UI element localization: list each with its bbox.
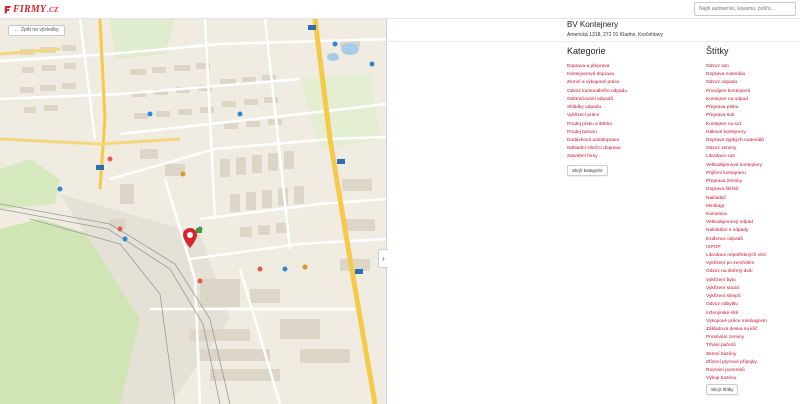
list-item[interactable]: Odvoz na sběrný dvůr [706,268,767,276]
list-item[interactable]: Pronájem kontejnerů [706,88,767,96]
list-item[interactable]: Odvoz komunálního odpadu [567,88,627,96]
categories-list: Doprava a přeprava Kontejnerová doprava Ze… [567,63,627,162]
list-item[interactable]: Nákladní silniční doprava [567,145,627,153]
list-item[interactable]: ISPOP [706,244,767,252]
list-item[interactable]: Zemní bazény [706,351,767,359]
list-item[interactable]: Vyklízení po zemřelém [706,260,767,268]
list-item[interactable]: Odvoz odpadu [706,79,767,87]
firmy-logo[interactable]: FIRMY .CZ [4,3,59,16]
list-item[interactable]: Nakladač [706,195,767,203]
list-item[interactable]: Výkopové práce minibagrem [706,318,767,326]
logo-suffix: .CZ [47,5,59,14]
categories-title: Kategorie [567,46,606,56]
list-item[interactable]: Nakládání s odpady [706,227,767,235]
list-item[interactable]: Velkoobjemové kontejnery [706,162,767,170]
list-item[interactable]: Doprava sypkých materiálů [706,137,767,145]
firm-name: BV Kontejnery [567,20,619,29]
tags-title: Štítky [706,46,729,56]
list-item[interactable]: Půjčení kontejneru [706,170,767,178]
list-item[interactable]: Základová deska na klíč [706,326,767,334]
collapse-map-button[interactable]: › [378,249,388,268]
list-item[interactable]: Rovnání pozemků [706,367,767,375]
logo-text: FIRMY [13,4,47,15]
list-item[interactable]: Trhání pařezů [706,342,767,350]
list-item[interactable]: Evidence odpadů [706,236,767,244]
hide-tags-button[interactable]: Skrýt štítky [706,384,739,395]
map-view[interactable]: ← Zpět na výsledky [0,19,387,404]
list-item[interactable]: Velkoobjemový odpad [706,219,767,227]
list-item[interactable]: Odvoz suti [706,63,767,71]
list-item[interactable]: Odvoz nábytku [706,301,767,309]
list-item[interactable]: Odstraňování odpadů [567,96,627,104]
list-item[interactable]: Vyklízecí práce [567,112,627,120]
list-item[interactable]: Přeprava suti [706,112,767,120]
list-item[interactable]: Doprava a přeprava [567,63,627,71]
list-item[interactable]: Likvidace nepotřebných věcí [706,252,767,260]
list-item[interactable]: Výkop bazénu [706,375,767,383]
list-item[interactable]: Likvidace suti [706,153,767,161]
list-item[interactable]: Prodej písku a štěrku [567,121,627,129]
top-bar: FIRMY .CZ [0,0,800,19]
list-item[interactable]: Dodávková autodoprava [567,137,627,145]
list-item[interactable]: Vyklízení sklepů [706,293,767,301]
list-item[interactable]: Minibagr [706,203,767,211]
list-item[interactable]: Hákové kontejnery [706,129,767,137]
list-item[interactable]: Doprava materiálu [706,71,767,79]
list-item[interactable]: Zřízení plynové přípojky [706,359,767,367]
logo-icon [4,6,11,14]
list-item[interactable]: Kamenivo [706,211,767,219]
firm-header: BV Kontejnery Americká 1318, 272 01 Klad… [388,19,800,42]
list-item[interactable]: Skládky odpadu [567,104,627,112]
list-item[interactable]: Inženýrské sítě [706,310,767,318]
list-item[interactable]: Vyklízení bytu [706,277,767,285]
list-item[interactable]: Přeprava zeminy [706,178,767,186]
chevron-right-icon: › [382,254,385,263]
list-item[interactable]: Kontejner na suť [706,121,767,129]
list-item[interactable]: Přeprava písku [706,104,767,112]
list-item[interactable]: Kontejnerová doprava [567,71,627,79]
arrow-left-icon: ← [14,27,19,33]
tags-list: Odvoz suti Doprava materiálu Odvoz odpadu P… [706,63,767,384]
list-item[interactable]: Zemní a výkopové práce [567,79,627,87]
list-item[interactable]: Prosévání zeminy [706,334,767,342]
list-item[interactable]: Odvoz zeminy [706,145,767,153]
detail-panel: BV Kontejnery Americká 1318, 272 01 Klad… [388,19,800,404]
list-item[interactable]: Kontejner na odpad [706,96,767,104]
firm-address: Americká 1318, 272 01 Kladno, Kročehlavy [567,32,663,38]
list-item[interactable]: Prodej betonu [567,129,627,137]
back-to-results-button[interactable]: ← Zpět na výsledky [8,25,65,36]
back-to-results-label: Zpět na výsledky [21,27,59,33]
hide-categories-button[interactable]: Skrýt kategorie [567,165,608,176]
list-item[interactable]: Doprava štěrků [706,186,767,194]
search-input[interactable] [694,2,796,16]
location-pin-icon[interactable] [183,228,197,248]
list-item[interactable]: Stavební firmy [567,153,627,161]
list-item[interactable]: Vyklízení stodol [706,285,767,293]
map-canvas[interactable] [0,19,387,404]
